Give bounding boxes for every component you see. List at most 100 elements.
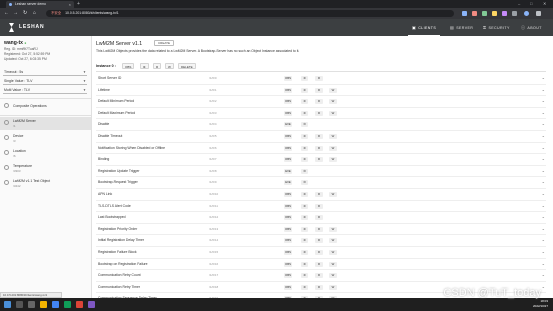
- extension-icon[interactable]: [502, 11, 507, 16]
- read-button[interactable]: R: [315, 110, 323, 116]
- observe-button[interactable]: OBS: [284, 203, 292, 209]
- instance-delete-button[interactable]: DELETE: [178, 63, 196, 69]
- cancel-observe-icon[interactable]: ⊗: [301, 273, 308, 279]
- read-button[interactable]: R: [315, 87, 323, 93]
- expand-chevron-icon[interactable]: ⌄: [542, 261, 545, 266]
- nav-clients[interactable]: ▣ CLIENTS: [408, 19, 441, 36]
- resource-row[interactable]: Default Minimum Period/1/0/2 OBS ⊗ R W ⌄: [96, 96, 546, 108]
- execute-button[interactable]: EXE: [284, 122, 292, 128]
- read-button[interactable]: R: [315, 192, 323, 197]
- resource-row[interactable]: Binding/1/0/7 OBS ⊗ R W ⌄: [96, 154, 546, 166]
- app-icon[interactable]: [76, 301, 83, 308]
- nav-security[interactable]: ⚿ SECURITY: [479, 19, 514, 36]
- extension-icon[interactable]: [462, 11, 467, 16]
- write-button[interactable]: W: [329, 250, 337, 255]
- home-button[interactable]: ⌂: [33, 8, 36, 19]
- observe-button[interactable]: OBS: [284, 273, 292, 279]
- execute-button[interactable]: EXE: [284, 180, 292, 186]
- resource-row[interactable]: Disable Timeout/1/0/5 OBS ⊗ R W ⌄: [96, 131, 546, 143]
- chrome-icon[interactable]: [52, 301, 59, 308]
- resource-row[interactable]: Registration Update Trigger/1/0/8 EXE ⚙ ⌄: [96, 166, 546, 178]
- observe-button[interactable]: OBS: [284, 226, 292, 232]
- write-button[interactable]: W: [329, 157, 337, 163]
- read-button[interactable]: R: [315, 238, 323, 244]
- cancel-observe-icon[interactable]: ⊗: [301, 110, 308, 116]
- resource-row[interactable]: Last Bootstrapped/1/0/12 OBS ⊗ R ⌄: [96, 212, 546, 224]
- read-button[interactable]: R: [315, 145, 323, 151]
- reload-button[interactable]: ↻: [23, 8, 27, 19]
- cancel-observe-icon[interactable]: ⊗: [301, 203, 308, 209]
- expand-chevron-icon[interactable]: ⌄: [542, 133, 545, 138]
- observe-button[interactable]: OBS: [284, 87, 292, 93]
- expand-chevron-icon[interactable]: ⌄: [542, 249, 545, 254]
- cancel-observe-icon[interactable]: ⊗: [301, 284, 308, 290]
- resource-row[interactable]: TLS-DTLS Alert Code/1/0/11 OBS ⊗ R ⌄: [96, 201, 546, 213]
- cancel-observe-icon[interactable]: ⊗: [301, 157, 308, 163]
- write-button[interactable]: W: [329, 110, 337, 116]
- observe-button[interactable]: OBS: [284, 250, 292, 255]
- cancel-observe-icon[interactable]: ⊗: [301, 87, 308, 93]
- system-clock[interactable]: 18:03 2022/10/27: [533, 299, 548, 309]
- task-view-icon[interactable]: [28, 301, 35, 308]
- instance-write-button[interactable]: W: [165, 63, 174, 69]
- observe-button[interactable]: OBS: [284, 134, 292, 139]
- read-button[interactable]: R: [315, 284, 323, 290]
- expand-chevron-icon[interactable]: ⌄: [542, 203, 545, 208]
- object-item-location[interactable]: Location /6: [0, 147, 91, 160]
- file-explorer-icon[interactable]: [40, 301, 47, 308]
- write-button[interactable]: W: [329, 226, 337, 232]
- execute-button[interactable]: EXE: [284, 168, 292, 174]
- read-button[interactable]: R: [315, 261, 323, 267]
- expand-chevron-icon[interactable]: ⌄: [542, 87, 545, 92]
- nav-server[interactable]: ▤ SERVER: [446, 19, 477, 36]
- resource-row[interactable]: Short Server ID/1/0/0 OBS ⊗ R ⌄: [96, 73, 546, 85]
- cancel-observe-icon[interactable]: ⊗: [301, 192, 308, 197]
- observe-button[interactable]: OBS: [284, 192, 292, 197]
- expand-chevron-icon[interactable]: ⌄: [542, 110, 545, 115]
- observe-button[interactable]: OBS: [284, 238, 292, 244]
- execute-params-icon[interactable]: ⚙: [301, 180, 308, 186]
- execute-params-icon[interactable]: ⚙: [301, 168, 308, 174]
- cancel-observe-icon[interactable]: ⊗: [301, 76, 308, 81]
- expand-chevron-icon[interactable]: ⌄: [542, 121, 545, 126]
- write-button[interactable]: W: [329, 145, 337, 151]
- read-button[interactable]: R: [315, 273, 323, 279]
- observe-button[interactable]: OBS: [284, 157, 292, 163]
- window-close-button[interactable]: ✕: [543, 0, 546, 8]
- cancel-observe-icon[interactable]: ⊗: [301, 261, 308, 267]
- resource-row[interactable]: Bootstrap on Registration Failure/1/0/16…: [96, 259, 546, 271]
- read-button[interactable]: R: [315, 226, 323, 232]
- expand-chevron-icon[interactable]: ⌄: [542, 284, 545, 289]
- resource-row[interactable]: Lifetime/1/0/1 OBS ⊗ R W ⌄: [96, 85, 546, 97]
- forward-button[interactable]: →: [13, 8, 18, 19]
- cancel-observe-icon[interactable]: ⊗: [301, 250, 308, 255]
- extension-icon[interactable]: [472, 11, 477, 16]
- observe-button[interactable]: OBS: [284, 215, 292, 221]
- resource-row[interactable]: Disable/1/0/4 EXE ⚙ ⌄: [96, 119, 546, 131]
- resource-row[interactable]: Bootstrap-Request Trigger/1/0/9 EXE ⚙ ⌄: [96, 177, 546, 189]
- multi-value-format-select[interactable]: Multi Value : TLV ▼: [3, 87, 87, 94]
- create-instance-button[interactable]: CREATE: [154, 40, 174, 46]
- cancel-observe-icon[interactable]: ⊗: [301, 238, 308, 244]
- expand-chevron-icon[interactable]: ⌄: [542, 156, 545, 161]
- write-button[interactable]: W: [329, 87, 337, 93]
- object-item-test-object[interactable]: LwM2M v1.1 Test Object /3442: [0, 177, 91, 190]
- search-icon[interactable]: [16, 301, 23, 308]
- observe-button[interactable]: OBS: [284, 110, 292, 116]
- extension-icon[interactable]: [512, 11, 517, 16]
- expand-chevron-icon[interactable]: ⌄: [542, 168, 545, 173]
- window-minimize-button[interactable]: –: [518, 0, 520, 8]
- observe-button[interactable]: OBS: [284, 76, 292, 81]
- write-button[interactable]: W: [329, 261, 337, 267]
- expand-chevron-icon[interactable]: ⌄: [542, 226, 545, 231]
- write-button[interactable]: W: [329, 273, 337, 279]
- timeout-select[interactable]: Timeout : 5s ▼: [3, 69, 87, 76]
- expand-chevron-icon[interactable]: ⌄: [542, 237, 545, 242]
- observe-button[interactable]: OBS: [284, 145, 292, 151]
- nav-about[interactable]: ⓘ ABOUT: [517, 19, 546, 36]
- expand-chevron-icon[interactable]: ⌄: [542, 145, 545, 150]
- read-button[interactable]: R: [315, 215, 323, 221]
- observe-button[interactable]: OBS: [284, 284, 292, 290]
- cancel-observe-icon[interactable]: ⊗: [301, 215, 308, 221]
- resource-row[interactable]: Default Maximum Period/1/0/3 OBS ⊗ R W ⌄: [96, 108, 546, 120]
